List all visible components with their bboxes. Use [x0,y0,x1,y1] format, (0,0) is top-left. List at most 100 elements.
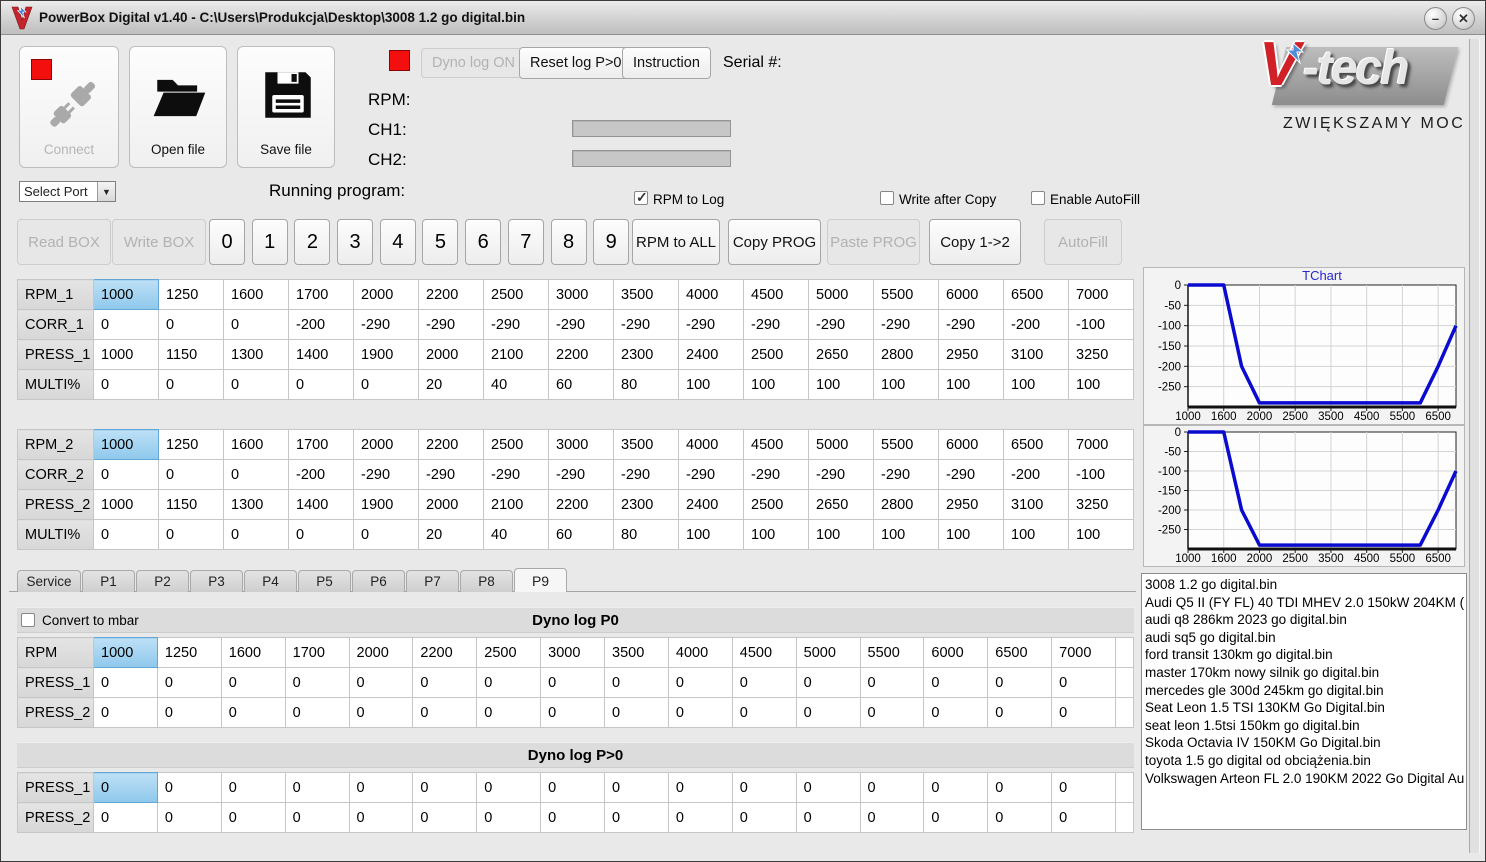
file-list-item[interactable]: Skoda Octavia IV 150KM Go Digital.bin [1145,734,1466,752]
cell[interactable]: 5000 [795,637,861,668]
autofill-button[interactable]: AutoFill [1044,219,1122,265]
cell[interactable]: -290 [418,459,484,490]
cell[interactable]: 0 [158,309,224,340]
cell[interactable]: 0 [667,667,733,698]
cell[interactable]: 2000 [348,637,414,668]
file-list-item[interactable]: mercedes gle 300d 245km go digital.bin [1145,682,1466,700]
cell[interactable]: 0 [987,667,1053,698]
cell[interactable]: 2000 [353,279,419,310]
tab-p9[interactable]: P9 [514,568,567,592]
cell[interactable]: 3100 [1003,339,1069,370]
cell[interactable]: 1150 [158,489,224,520]
cell[interactable]: 1600 [223,279,289,310]
cell[interactable]: 0 [353,369,419,400]
cell[interactable]: 0 [1051,802,1116,833]
cell[interactable]: 0 [859,697,925,728]
cell[interactable]: -290 [483,309,549,340]
cell[interactable]: 0 [731,697,797,728]
cell[interactable]: 0 [93,519,159,550]
cell[interactable]: 100 [1068,519,1134,550]
cell[interactable]: -100 [1068,459,1134,490]
cell[interactable]: 2100 [483,489,549,520]
cell[interactable]: 0 [795,697,861,728]
cell[interactable]: 0 [288,369,354,400]
checkbox-rpm-to-log[interactable] [634,189,648,206]
cell[interactable]: 1300 [223,489,289,520]
cell[interactable]: 7000 [1051,637,1116,668]
cell[interactable]: -290 [743,459,809,490]
cell[interactable]: 100 [938,519,1004,550]
cell[interactable]: 0 [667,802,733,833]
cell[interactable]: 4500 [743,279,809,310]
cell[interactable]: 0 [540,697,605,728]
cell[interactable]: 80 [613,519,679,550]
cell[interactable]: 6000 [938,279,1004,310]
cell[interactable]: 0 [1051,697,1116,728]
cell[interactable]: -100 [1068,309,1134,340]
program-button-5[interactable]: 5 [422,219,459,265]
cell[interactable]: 3500 [604,637,669,668]
checkbox-enable-autofill[interactable] [1031,191,1045,205]
cell[interactable]: 3000 [540,637,605,668]
cell[interactable]: 2500 [476,637,542,668]
cell[interactable]: 100 [1003,519,1069,550]
convert-to-mbar-checkbox[interactable] [21,613,35,627]
file-list-item[interactable]: audi q8 286km 2023 go digital.bin [1145,611,1466,629]
cell[interactable]: 0 [93,459,159,490]
program-button-1[interactable]: 1 [251,219,288,265]
cell[interactable]: 0 [93,309,159,340]
cell[interactable]: -290 [548,459,614,490]
cell[interactable]: 2200 [418,429,484,460]
connect-button[interactable]: Connect [19,46,119,168]
cell[interactable]: 0 [1051,667,1116,698]
cell[interactable]: 2950 [938,339,1004,370]
cell[interactable]: 0 [220,802,286,833]
cell[interactable]: 0 [540,802,605,833]
cell[interactable]: 100 [808,369,874,400]
cell[interactable]: -290 [938,309,1004,340]
cell[interactable]: 0 [859,667,925,698]
program-button-0[interactable]: 0 [209,219,245,265]
cell[interactable]: 0 [731,667,797,698]
cell[interactable]: 4000 [667,637,733,668]
copy-prog-button[interactable]: Copy PROG [728,219,821,265]
file-list-item[interactable]: Seat Leon 1.5 TSI 130KM Go Digital.bin [1145,699,1466,717]
cell[interactable]: 3000 [548,279,614,310]
tab-p1[interactable]: P1 [82,570,135,592]
cell[interactable]: -290 [613,309,679,340]
cell[interactable]: 0 [667,772,733,803]
cell[interactable]: 2100 [483,339,549,370]
cell[interactable]: 0 [156,697,222,728]
cell[interactable]: 0 [987,697,1053,728]
cell[interactable]: 6500 [987,637,1053,668]
file-list-item[interactable]: Volkswagen Arteon FL 2.0 190KM 2022 Go D… [1145,770,1466,788]
cell[interactable]: 100 [808,519,874,550]
file-list-item[interactable]: 3008 1.2 go digital.bin [1145,576,1466,594]
cell[interactable]: 0 [93,697,158,728]
checkbox-write-after-copy[interactable] [880,191,894,205]
cell[interactable]: 0 [923,772,989,803]
minimize-button[interactable]: – [1424,7,1447,30]
cell[interactable]: 0 [540,667,605,698]
cell[interactable]: 2400 [678,489,744,520]
cell[interactable]: 0 [667,697,733,728]
cell[interactable]: 1900 [353,489,419,520]
cell[interactable]: 0 [412,697,478,728]
cell[interactable]: -200 [1003,459,1069,490]
cell[interactable]: 1250 [158,429,224,460]
cell[interactable]: 0 [156,667,222,698]
cell[interactable]: 2000 [418,339,484,370]
read-box-button[interactable]: Read BOX [17,219,111,265]
cell[interactable]: 1000 [93,279,159,310]
cell[interactable]: 0 [795,802,861,833]
cell[interactable]: 0 [412,802,478,833]
cell[interactable]: 60 [548,369,614,400]
reset-log-button[interactable]: Reset log P>0 [519,47,633,79]
cell[interactable]: 1000 [93,489,159,520]
cell[interactable]: 0 [220,772,286,803]
cell[interactable]: 3500 [613,429,679,460]
cell[interactable]: -290 [808,459,874,490]
cell[interactable]: 0 [859,772,925,803]
cell[interactable]: 1250 [158,279,224,310]
cell[interactable]: -290 [483,459,549,490]
